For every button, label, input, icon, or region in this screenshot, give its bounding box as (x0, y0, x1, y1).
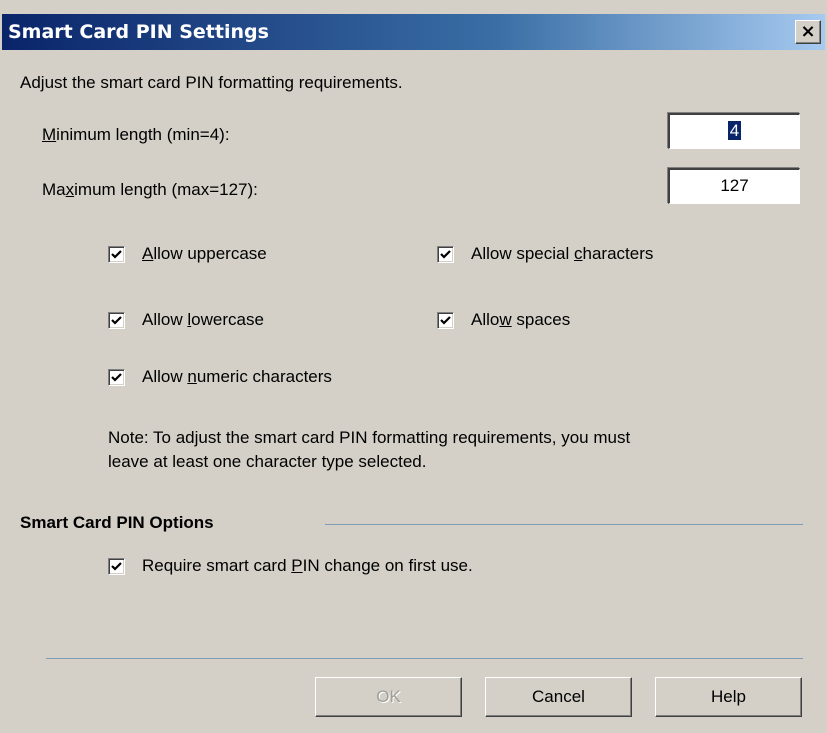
allow-spaces-label: Allow spaces (471, 310, 571, 329)
allow-lowercase-label: Allow lowercase (142, 310, 264, 329)
options-group-title: Smart Card PIN Options (20, 513, 214, 532)
checkbox-checked-icon[interactable] (108, 312, 125, 329)
require-pin-change-label: Require smart card PIN change on first u… (142, 556, 473, 575)
close-icon: × (800, 21, 816, 42)
checkbox-checked-icon[interactable] (437, 312, 454, 329)
ok-button[interactable]: OK (315, 677, 462, 717)
checkbox-checked-icon[interactable] (108, 369, 125, 386)
options-group-divider (325, 524, 803, 525)
allow-numeric-label: Allow numeric characters (142, 367, 332, 386)
min-length-field[interactable]: 4 (668, 113, 800, 149)
min-length-label: Minimum length (min=4): (42, 125, 230, 144)
max-length-label: Maximum length (max=127): (42, 180, 258, 199)
allow-special-characters-checkbox[interactable]: Allow special characters (437, 244, 737, 268)
allow-special-characters-label: Allow special characters (471, 244, 654, 263)
bottom-divider (46, 658, 803, 659)
allow-spaces-checkbox[interactable]: Allow spaces (437, 310, 667, 334)
max-length-value: 127 (720, 176, 749, 195)
max-length-field[interactable]: 127 (668, 168, 800, 204)
cancel-button[interactable]: Cancel (485, 677, 632, 717)
checkbox-checked-icon[interactable] (108, 558, 125, 575)
require-pin-change-checkbox[interactable]: Require smart card PIN change on first u… (108, 556, 608, 580)
help-button[interactable]: Help (655, 677, 802, 717)
checkbox-checked-icon[interactable] (437, 246, 454, 263)
smart-card-pin-settings-dialog: Smart Card PIN Settings × Adjust the sma… (0, 0, 827, 733)
note-line-2: leave at least one character type select… (108, 452, 427, 471)
allow-uppercase-checkbox[interactable]: Allow uppercase (108, 244, 338, 268)
intro-text: Adjust the smart card PIN formatting req… (20, 73, 403, 92)
window-title: Smart Card PIN Settings (8, 21, 269, 43)
title-bar[interactable]: Smart Card PIN Settings × (2, 14, 825, 50)
min-length-value: 4 (727, 121, 742, 140)
note-line-1: Note: To adjust the smart card PIN forma… (108, 428, 631, 447)
allow-uppercase-label: Allow uppercase (142, 244, 267, 263)
allow-lowercase-checkbox[interactable]: Allow lowercase (108, 310, 338, 334)
allow-numeric-checkbox[interactable]: Allow numeric characters (108, 367, 408, 391)
checkbox-checked-icon[interactable] (108, 246, 125, 263)
close-button[interactable]: × (795, 20, 821, 44)
